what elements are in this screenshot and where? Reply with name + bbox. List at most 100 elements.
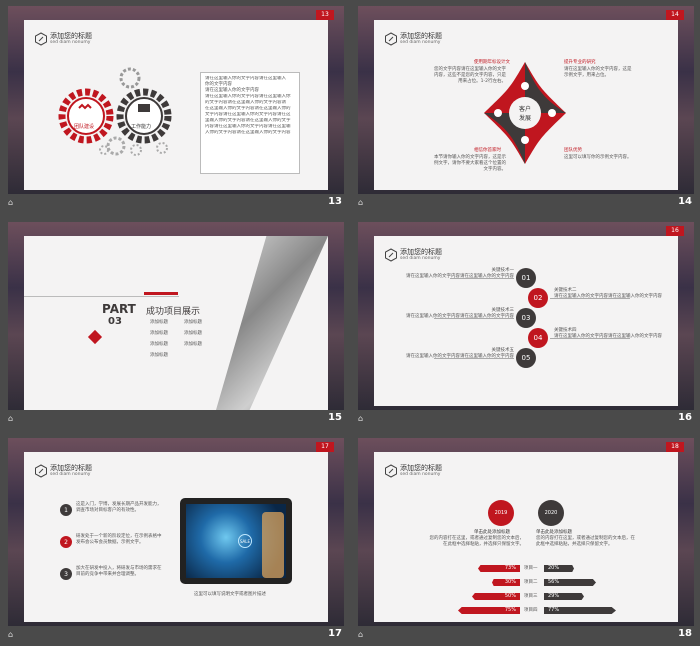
slide-thumb-17[interactable]: 添加您的标题 sed diam nonumy 1 这是入门，学博，发展长期产品开… bbox=[0, 432, 344, 644]
home-icon: ⌂ bbox=[8, 414, 14, 423]
slide-number: 13 bbox=[328, 196, 342, 207]
tl-text: 您的文字内容请在这里输入你的文字内容，这些不是您的文字内容，只是用来占位。1-2… bbox=[434, 67, 506, 84]
sale-icon: SALE bbox=[238, 534, 252, 548]
diamond-icon bbox=[87, 329, 103, 345]
bar-right: 56% bbox=[544, 579, 596, 586]
list-item: 添加标题 bbox=[150, 320, 168, 325]
slide-thumb-18[interactable]: 添加您的标题 sed diam nonumy 2019 2020 单击此处添加标… bbox=[350, 432, 694, 644]
step-circle-01: 01 bbox=[516, 268, 536, 288]
slide-subtitle: sed diam nonumy bbox=[50, 472, 91, 477]
item-number: 2 bbox=[60, 536, 72, 548]
home-icon: ⌂ bbox=[8, 198, 14, 207]
slide-17-card: 添加您的标题 sed diam nonumy 1 这是入门，学博，发展长期产品开… bbox=[24, 452, 328, 622]
row-label: 项目二 bbox=[524, 580, 538, 585]
slide-16: 添加您的标题 sed diam nonumy 01 02 03 04 05 关键… bbox=[358, 222, 694, 410]
slide-badge: 18 bbox=[666, 442, 684, 452]
slide-subtitle: sed diam nonumy bbox=[400, 256, 441, 261]
bar-right: 20% bbox=[544, 565, 574, 572]
item-text: 研发处于一个新的阶段定位，在示例表格中发布会公布会员数据，示例文字。 bbox=[76, 534, 162, 545]
gear-label-work: 工作能力 bbox=[131, 124, 152, 130]
step-circle-05: 05 bbox=[516, 348, 536, 368]
slide-13: 添加您的标题 sed diam nonumy 团队建设 工作能力 请在这里输入你… bbox=[8, 6, 344, 194]
logo-icon bbox=[35, 464, 47, 478]
slide-subtitle: sed diam nonumy bbox=[50, 40, 91, 45]
bar-left: 75% bbox=[458, 607, 520, 614]
part-number: 03 bbox=[108, 316, 122, 327]
slide-number: 18 bbox=[678, 628, 692, 639]
step-text: 请在这里输入你的文字内容请在这里输入你的文字内容 bbox=[406, 354, 514, 359]
slide-thumb-16[interactable]: 添加您的标题 sed diam nonumy 01 02 03 04 05 关键… bbox=[350, 216, 694, 428]
slide-number: 16 bbox=[678, 412, 692, 423]
tl-title: 使用期年标设计文 bbox=[474, 60, 510, 65]
item-text: 加大在研发中投入，将研发与市场的需求在目前的竞争中带来并合理调整。 bbox=[76, 566, 162, 577]
slide-number: 17 bbox=[328, 628, 342, 639]
divider bbox=[24, 296, 179, 297]
year-badge-2020: 2020 bbox=[538, 500, 564, 526]
slide-16-card: 添加您的标题 sed diam nonumy 01 02 03 04 05 关键… bbox=[374, 236, 678, 406]
step-circle-03: 03 bbox=[516, 308, 536, 328]
list-item: 添加标题 bbox=[184, 342, 202, 347]
step-circle-04: 04 bbox=[528, 328, 548, 348]
logo-icon bbox=[385, 248, 397, 262]
slide-thumb-15[interactable]: PART 03 成功项目展示 添加标题 添加标题 添加标题 添加标题 添加标题 … bbox=[0, 216, 344, 428]
slide-badge: 17 bbox=[316, 442, 334, 452]
decorative-photo bbox=[216, 236, 328, 410]
slide-13-card: 添加您的标题 sed diam nonumy 团队建设 工作能力 请在这里输入你… bbox=[24, 20, 328, 190]
slide-badge: 16 bbox=[666, 226, 684, 236]
home-icon: ⌂ bbox=[8, 630, 14, 639]
slide-18: 添加您的标题 sed diam nonumy 2019 2020 单击此处添加标… bbox=[358, 438, 694, 626]
logo-icon bbox=[385, 32, 397, 46]
left-text: 您的内容打在这里，或者通过复制您的文本后，在此框中选择粘贴，并选择只保留文字。 bbox=[429, 536, 525, 547]
slide-14-card: 添加您的标题 sed diam nonumy 客户 发展 使用期年标设计文 您的… bbox=[374, 20, 678, 190]
row-label: 项目四 bbox=[524, 608, 538, 613]
section-title: 成功项目展示 bbox=[146, 307, 201, 317]
home-icon: ⌂ bbox=[358, 198, 364, 207]
tr-text: 请在这里输入你的文字内容，这是示例文字，用来占位。 bbox=[564, 67, 632, 78]
slide-15-card: PART 03 成功项目展示 添加标题 添加标题 添加标题 添加标题 添加标题 … bbox=[24, 236, 328, 410]
slide-18-card: 添加您的标题 sed diam nonumy 2019 2020 单击此处添加标… bbox=[374, 452, 678, 622]
slide-17: 添加您的标题 sed diam nonumy 1 这是入门，学博，发展长期产品开… bbox=[8, 438, 344, 626]
tablet-image: SALE bbox=[180, 498, 292, 584]
br-title: 团队优势 bbox=[564, 148, 582, 153]
right-text: 您的内容打在这里，或者通过复制您的文本后，在此框中选择粘贴，并选择只保留文字。 bbox=[536, 536, 635, 547]
bl-text: 本节请你输入你的文字内容，这是示例文字，请你不要大家看这个位置的文字内容。 bbox=[434, 155, 506, 172]
text-box: 请在这里输入你的文字内容请在这里输入 你的文字内容 请在这里输入你的文字内容 请… bbox=[200, 72, 300, 174]
slide-number: 15 bbox=[328, 412, 342, 423]
slide-subtitle: sed diam nonumy bbox=[400, 472, 441, 477]
gear-dark-icon bbox=[116, 88, 172, 144]
slide-thumb-14[interactable]: 添加您的标题 sed diam nonumy 客户 发展 使用期年标设计文 您的… bbox=[350, 0, 694, 212]
gear-label-team: 团队建设 bbox=[74, 124, 95, 130]
bl-title: 相信你首家时 bbox=[474, 148, 501, 153]
slide-badge: 13 bbox=[316, 10, 334, 20]
bar-left: 30% bbox=[492, 579, 520, 586]
home-icon: ⌂ bbox=[358, 414, 364, 423]
accent-bar bbox=[144, 292, 178, 295]
step-text: 请在这里输入你的文字内容请在这里输入你的文字内容 bbox=[406, 274, 514, 279]
list-item: 添加标题 bbox=[150, 353, 168, 358]
item-number: 3 bbox=[60, 568, 72, 580]
year-badge-2019: 2019 bbox=[488, 500, 514, 526]
image-caption: 这里可以填写说明文字或者图片描述 bbox=[194, 592, 266, 597]
bar-right: 77% bbox=[544, 607, 616, 614]
home-icon: ⌂ bbox=[358, 630, 364, 639]
slide-badge: 14 bbox=[666, 10, 684, 20]
step-text: 请在这里输入你的文字内容请在这里输入你的文字内容 bbox=[406, 314, 514, 319]
row-label: 项目一 bbox=[524, 566, 538, 571]
bar-left: 50% bbox=[472, 593, 520, 600]
item-text: 这是入门，学博，发展长期产品开发能力，调查市场对目标客户的有效性。 bbox=[76, 502, 162, 513]
tr-title: 提升专业的研究 bbox=[564, 60, 596, 65]
slide-14: 添加您的标题 sed diam nonumy 客户 发展 使用期年标设计文 您的… bbox=[358, 6, 694, 194]
item-number: 1 bbox=[60, 504, 72, 516]
step-circle-02: 02 bbox=[528, 288, 548, 308]
list-item: 入你的文字内容请在这里输入你的文字内容 bbox=[205, 130, 291, 135]
list-item: 添加标题 bbox=[184, 331, 202, 336]
step-text: 请在这里输入你的文字内容请在这里输入你的文字内容 bbox=[554, 334, 662, 339]
slide-number: 14 bbox=[678, 196, 692, 207]
slide-subtitle: sed diam nonumy bbox=[400, 40, 441, 45]
list-item: 添加标题 bbox=[184, 320, 202, 325]
logo-icon bbox=[35, 32, 47, 46]
list-item: 添加标题 bbox=[150, 342, 168, 347]
center-label: 客户 发展 bbox=[518, 106, 531, 122]
slide-thumb-13[interactable]: 添加您的标题 sed diam nonumy 团队建设 工作能力 请在这里输入你… bbox=[0, 0, 344, 212]
slide-15: PART 03 成功项目展示 添加标题 添加标题 添加标题 添加标题 添加标题 … bbox=[8, 222, 344, 410]
